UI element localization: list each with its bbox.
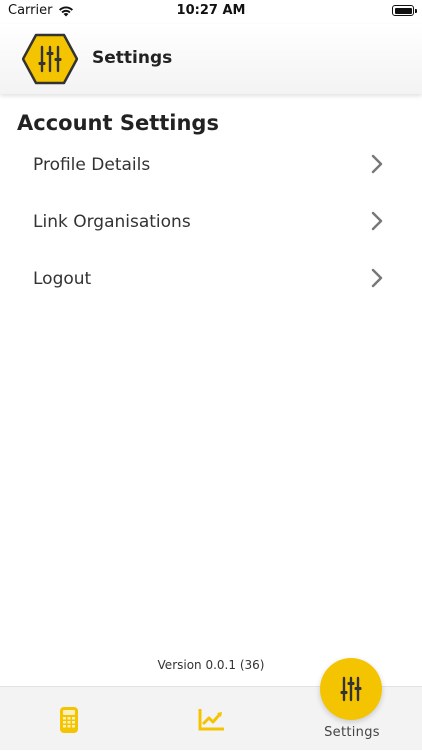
menu-item-logout[interactable]: Logout: [0, 250, 422, 307]
tab-chart[interactable]: [141, 687, 281, 751]
tab-calculator[interactable]: [0, 687, 140, 751]
settings-tab-button[interactable]: [320, 658, 382, 720]
menu-item-profile-details[interactable]: Profile Details: [0, 136, 422, 193]
chart-icon: [198, 709, 224, 731]
menu-item-label: Profile Details: [33, 154, 151, 175]
menu-item-label: Logout: [33, 268, 92, 289]
sliders-hexagon-icon: [22, 33, 78, 85]
battery-icon: [392, 5, 417, 16]
chevron-right-icon: [371, 154, 383, 174]
chevron-right-icon: [371, 211, 383, 231]
clock: 10:27 AM: [176, 3, 246, 18]
status-bar: Carrier 10:27 AM: [0, 0, 422, 24]
section-title: Account Settings: [17, 111, 219, 135]
page-title: Settings: [92, 48, 173, 68]
menu-item-link-organisations[interactable]: Link Organisations: [0, 193, 422, 250]
sliders-icon: [340, 676, 362, 702]
chevron-right-icon: [371, 268, 383, 288]
app-header: Settings: [0, 24, 422, 94]
tab-settings-label: Settings: [324, 725, 380, 740]
account-settings-menu: Profile Details Link Organisations Logou…: [0, 136, 422, 307]
menu-item-label: Link Organisations: [33, 211, 191, 232]
calculator-icon: [60, 707, 78, 733]
